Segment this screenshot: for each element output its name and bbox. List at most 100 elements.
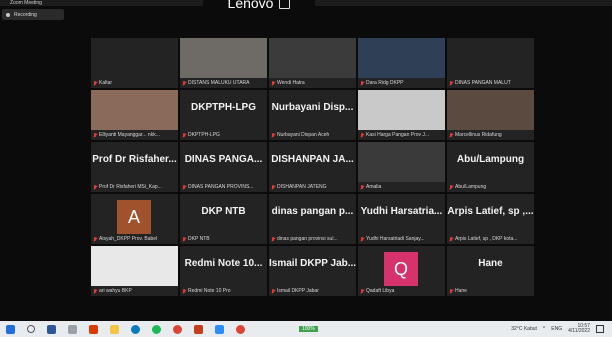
participant-name-label: DISTANS MALUKU UTARA xyxy=(182,79,266,87)
office-icon[interactable] xyxy=(89,324,98,334)
participant-display-name: Yudhi Harsatria... xyxy=(360,206,443,217)
participant-name: DISHANPAN JATENG xyxy=(277,184,327,190)
participant-tile[interactable]: Yudhi Harsatria... Yudhi Harsatriadi Sanj… xyxy=(358,194,445,244)
participant-name-label: DINAS PANGAN PROVINS... xyxy=(182,183,266,191)
participant-name-label: DISHANPAN JATENG xyxy=(271,183,355,191)
participant-tile[interactable]: Redmi Note 10... Redmi Note 10 Pro xyxy=(180,246,267,296)
participant-display-name: Prof Dr Risfaher... xyxy=(92,154,177,165)
participant-tile[interactable]: Hane Hane xyxy=(447,246,534,296)
participant-name-label: Marcellinus Ridafung xyxy=(449,131,533,139)
participant-tile[interactable]: DKP NTB DKP NTB xyxy=(180,194,267,244)
participant-tile[interactable]: DINAS PANGA... DINAS PANGAN PROVINS... xyxy=(180,142,267,192)
participant-display-name: Hane xyxy=(478,258,503,269)
participant-grid: Kaltar DISTANS MALUKU UTARA Wendi Hatra Dar… xyxy=(91,38,534,296)
system-tray: 32°C Kabut ^ ENG 10:57 4/11/2022 xyxy=(511,321,604,337)
participant-tile[interactable]: DKPTPH-LPG DKPTPH-LPG xyxy=(180,90,267,140)
participant-tile[interactable]: Elliyanti Mayanggar... nkk... xyxy=(91,90,178,140)
participant-name-label: Amalia xyxy=(360,183,444,191)
participant-name-label: Prof Dr Risfaheri MSi_Kap... xyxy=(93,183,177,191)
mic-muted-icon xyxy=(182,132,186,138)
chrome-icon-2[interactable] xyxy=(236,324,245,334)
mic-muted-icon xyxy=(449,288,453,294)
participant-video xyxy=(269,38,356,78)
participant-video xyxy=(180,38,267,78)
notification-icon[interactable] xyxy=(596,325,604,333)
participant-name-label: Yudhi Harsatriadi Sanjay... xyxy=(360,235,444,243)
edge-icon[interactable] xyxy=(131,324,140,334)
mic-muted-icon xyxy=(271,132,275,138)
chrome-icon[interactable] xyxy=(173,324,182,334)
participant-name-label: Kasi Harga Pangan Prov J... xyxy=(360,131,444,139)
mic-muted-icon xyxy=(93,184,97,190)
participant-name: Hane xyxy=(455,288,467,294)
participant-tile[interactable]: Nurbayani Disp... Nurbayani Dispan Aceh xyxy=(269,90,356,140)
participant-name: Wendi Hatra xyxy=(277,80,305,86)
mic-muted-icon xyxy=(360,132,364,138)
mic-muted-icon xyxy=(449,184,453,190)
settings-icon[interactable] xyxy=(68,324,77,334)
mic-muted-icon xyxy=(182,236,186,242)
participant-name-label: Dara Ridg DKPP xyxy=(360,79,444,87)
battery-badge: 100% xyxy=(299,326,318,332)
participant-tile[interactable]: DISHANPAN JA... DISHANPAN JATENG xyxy=(269,142,356,192)
participant-name-label: Elliyanti Mayanggar... nkk... xyxy=(93,131,177,139)
participant-tile[interactable]: Q Qadaft Libya xyxy=(358,246,445,296)
participant-name-label: Abu/Lampung xyxy=(449,183,533,191)
participant-name: Dara Ridg DKPP xyxy=(366,80,404,86)
participant-tile[interactable]: Kasi Harga Pangan Prov J... xyxy=(358,90,445,140)
mic-muted-icon xyxy=(93,236,97,242)
participant-tile[interactable]: DISTANS MALUKU UTARA xyxy=(180,38,267,88)
participant-tile[interactable]: DINAS PANGAN MALUT xyxy=(447,38,534,88)
participant-video xyxy=(91,90,178,130)
weather-text[interactable]: 32°C Kabut xyxy=(511,326,537,332)
participant-tile[interactable]: Kaltar xyxy=(91,38,178,88)
mic-muted-icon xyxy=(93,288,97,294)
recording-label: Recording xyxy=(14,11,37,18)
mic-muted-icon xyxy=(271,184,275,190)
participant-tile[interactable]: Arpis Latief, sp ,... Arpis Latief, sp , … xyxy=(447,194,534,244)
mic-muted-icon xyxy=(271,236,275,242)
participant-tile[interactable]: Marcellinus Ridafung xyxy=(447,90,534,140)
participant-name: DINAS PANGAN MALUT xyxy=(455,80,511,86)
participant-tile[interactable]: Dara Ridg DKPP xyxy=(358,38,445,88)
chevron-up-icon[interactable]: ^ xyxy=(543,326,545,332)
participant-name-label: DINAS PANGAN MALUT xyxy=(449,79,533,87)
participant-name: Qadaft Libya xyxy=(366,288,395,294)
zoom-icon[interactable] xyxy=(215,324,224,334)
participant-tile[interactable]: Prof Dr Risfaher... Prof Dr Risfaheri MSi… xyxy=(91,142,178,192)
mic-muted-icon xyxy=(93,80,97,86)
participant-name-label: dinas pangan provinsi sul... xyxy=(271,235,355,243)
participant-name-label: Kaltar xyxy=(93,79,177,87)
brand-label: Lenovo xyxy=(227,0,274,11)
powerpoint-icon[interactable] xyxy=(194,324,203,334)
participant-display-name: Arpis Latief, sp ,... xyxy=(447,206,534,217)
search-icon[interactable] xyxy=(27,325,35,333)
participant-display-name: Ismail DKPP Jab... xyxy=(269,258,356,269)
windows-icon[interactable] xyxy=(6,324,15,334)
participant-name: Redmi Note 10 Pro xyxy=(188,288,231,294)
participant-name-label: Redmi Note 10 Pro xyxy=(182,287,266,295)
task-view-icon[interactable] xyxy=(47,324,56,334)
participant-display-name: DISHANPAN JA... xyxy=(271,154,354,165)
mic-muted-icon xyxy=(271,288,275,294)
participant-tile[interactable]: Wendi Hatra xyxy=(269,38,356,88)
participant-tile[interactable]: dinas pangan p... dinas pangan provinsi s… xyxy=(269,194,356,244)
participant-tile[interactable]: Ismail DKPP Jab... Ismail DKPP Jabar xyxy=(269,246,356,296)
mic-muted-icon xyxy=(360,184,364,190)
mic-muted-icon xyxy=(93,132,97,138)
spotify-icon[interactable] xyxy=(152,324,161,334)
explorer-icon[interactable] xyxy=(110,324,119,334)
participant-video xyxy=(358,90,445,130)
language-indicator[interactable]: ENG xyxy=(551,326,562,332)
participant-tile[interactable]: ari wahyu BKP xyxy=(91,246,178,296)
clock-date: 4/11/2022 xyxy=(568,328,590,334)
participant-tile[interactable]: Amalia xyxy=(358,142,445,192)
participant-tile[interactable]: Abu/Lampung Abu/Lampung xyxy=(447,142,534,192)
participant-tile[interactable]: A Aisyah_DKPP Prov. Babel xyxy=(91,194,178,244)
clock[interactable]: 10:57 4/11/2022 xyxy=(568,324,590,334)
participant-name-label: Wendi Hatra xyxy=(271,79,355,87)
windows-taskbar: 100% 32°C Kabut ^ ENG 10:57 4/11/2022 xyxy=(0,321,612,337)
participant-video xyxy=(358,38,445,78)
participant-name: Kasi Harga Pangan Prov J... xyxy=(366,132,430,138)
recording-indicator[interactable]: Recording xyxy=(2,9,64,20)
